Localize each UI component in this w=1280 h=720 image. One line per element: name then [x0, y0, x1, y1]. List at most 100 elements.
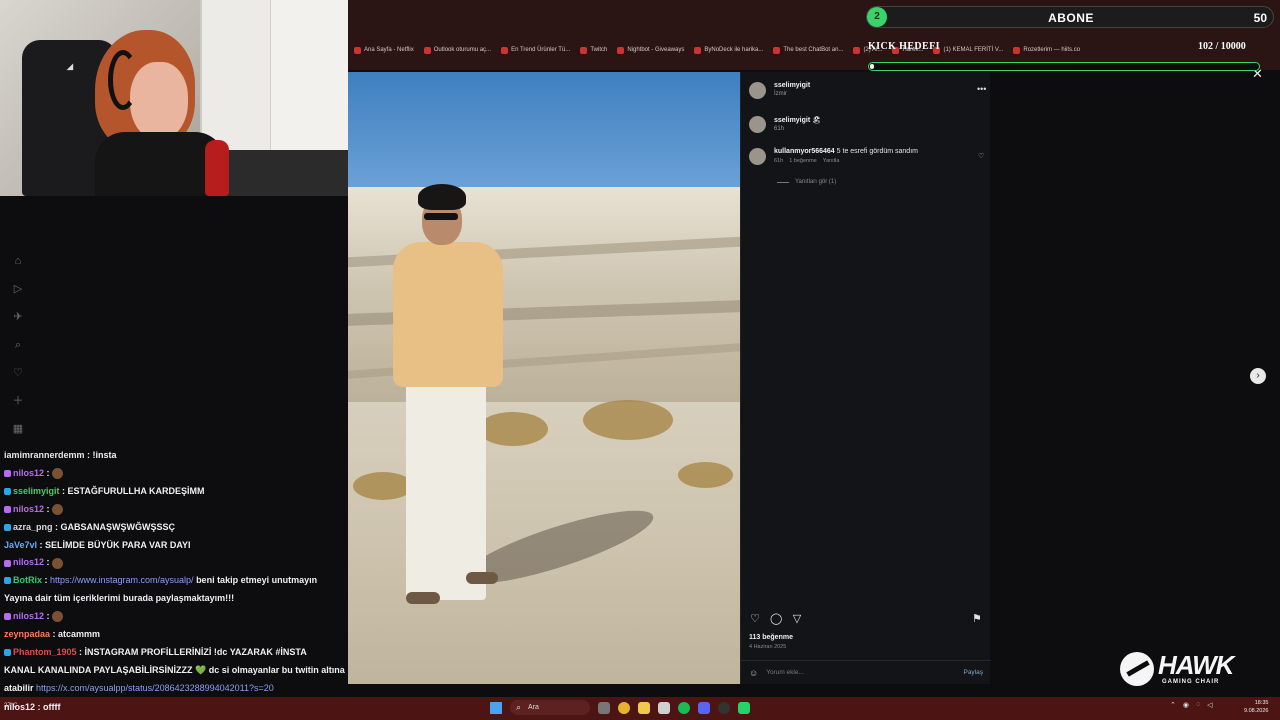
post-author[interactable]: sselimyigit	[774, 82, 810, 89]
post-comment-button[interactable]: Paylaş	[963, 669, 983, 676]
chat-last-message: nilos12 : offff	[4, 702, 61, 712]
bookmark-label: Nightbot - Giveaways	[627, 47, 685, 53]
avatar[interactable]	[749, 148, 766, 165]
file-explorer-icon[interactable]	[638, 701, 650, 714]
bookmark-item[interactable]: Twitch	[580, 46, 607, 54]
like-icon[interactable]: ♡	[749, 612, 761, 625]
chat-message: iamimrannerdemm : !insta	[0, 447, 350, 465]
share-icon[interactable]: ▽	[791, 612, 803, 625]
chat-badge-icon	[4, 505, 11, 513]
chat-username[interactable]: sselimyigit	[13, 486, 62, 496]
taskbar-clock[interactable]: 18:35 9.08.2026	[1244, 699, 1268, 715]
chat-username[interactable]: nilos12	[13, 611, 47, 621]
chat-username[interactable]: JaVe7vl	[4, 540, 40, 550]
bookmarks-bar: Ana Sayfa - Netflix Outlook oturumu aç...…	[348, 40, 1280, 60]
comment-input[interactable]: Yorum ekle...	[766, 669, 955, 676]
emoji-icon[interactable]: ☺	[749, 668, 758, 678]
avatar[interactable]	[749, 116, 766, 133]
instagram-nav-rail: ⌂ ▷ ✈ ⌕ ♡ ＋ ▦	[0, 250, 36, 450]
clock-date: 9.08.2026	[1244, 708, 1269, 714]
post-caption: sselimyigit 🏖 61h	[749, 116, 821, 133]
bookmark-favicon-icon	[853, 46, 861, 54]
chat-username[interactable]: nilos12	[13, 468, 47, 478]
notifications-icon[interactable]: ♡	[11, 366, 25, 380]
photo-person-shoe	[466, 572, 498, 584]
replies-divider	[777, 181, 789, 183]
windows-start-icon[interactable]	[490, 701, 502, 714]
comment-item: kullanmyor566464 5 te esrefi gördüm sand…	[749, 148, 918, 165]
comment-text: 5 te esrefi gördüm sandım	[836, 148, 918, 155]
messages-icon[interactable]: ✈	[11, 310, 25, 324]
obs-icon[interactable]	[718, 701, 730, 714]
discord-icon[interactable]	[698, 701, 710, 714]
more-options-icon[interactable]: •••	[977, 84, 986, 94]
chat-username[interactable]: iamimrannerdemm	[4, 450, 87, 460]
hawk-logo: HAWK GAMING CHAIR	[1120, 650, 1234, 688]
chat-username[interactable]: nilos12	[13, 504, 47, 514]
chat-text: atabilir	[4, 682, 34, 693]
search-icon[interactable]: ⌕	[11, 338, 25, 352]
chat-username[interactable]: zeynpadaa	[4, 629, 53, 639]
network-icon[interactable]: ◌	[1196, 701, 1200, 709]
bookmark-label: (1) KEMAL FERİTİ V...	[943, 47, 1004, 53]
chat-link[interactable]: https://www.instagram.com/aysualp/	[48, 575, 194, 585]
bookmark-favicon-icon	[423, 46, 431, 54]
bookmark-item[interactable]: Ana Sayfa - Netflix	[354, 46, 414, 54]
bookmark-item[interactable]: ByNoDeck ile harika...	[694, 46, 763, 54]
photo-sky	[348, 72, 740, 197]
chat-username[interactable]: BotRix	[13, 575, 45, 585]
volume-icon[interactable]: ◁	[1207, 701, 1212, 709]
taskbar-search[interactable]: Ara	[510, 700, 590, 715]
reply-button[interactable]: Yanıtla	[823, 158, 840, 164]
whatsapp-icon[interactable]	[738, 701, 750, 714]
bookmark-item[interactable]: (1) KEMAL FERİTİ V...	[933, 46, 1004, 54]
dashboard-icon[interactable]: ▦	[11, 422, 25, 436]
chat-message: nilos12 :	[0, 554, 350, 572]
bookmark-label: Outlook oturumu aç...	[433, 47, 492, 53]
tray-app-icon[interactable]: ◉	[1183, 701, 1189, 709]
post-location[interactable]: İzmir	[774, 91, 810, 97]
bookmark-item[interactable]: En Trend Ürünler Tü...	[501, 46, 570, 54]
bookmark-item[interactable]: Outlook oturumu aç...	[423, 46, 492, 54]
like-comment-icon[interactable]: ♡	[978, 152, 984, 160]
reels-icon[interactable]: ▷	[11, 282, 25, 296]
kick-goal-progress	[868, 62, 1260, 71]
comment-icon[interactable]: ◯	[770, 612, 782, 625]
create-icon[interactable]: ＋	[11, 394, 25, 408]
bookmark-favicon-icon	[501, 46, 509, 54]
save-icon[interactable]: ⚑	[972, 612, 982, 625]
view-replies-button[interactable]: Yanıtları gör (1)	[777, 179, 836, 185]
cam-chair-logo: ◢	[66, 62, 74, 71]
chat-username[interactable]: Phantom_1905	[13, 647, 79, 657]
photo-person-shoe	[406, 592, 440, 604]
chat-username[interactable]: nilos12	[13, 557, 47, 567]
chat-message: BotRix : https://www.instagram.com/aysua…	[0, 572, 350, 590]
chat-text: beni takip etmeyi unutmayın	[193, 575, 318, 586]
post-photo[interactable]	[348, 72, 740, 684]
avatar[interactable]	[749, 82, 766, 99]
next-post-icon[interactable]: ›	[1250, 368, 1266, 384]
bookmark-label: Ana Sayfa - Netflix	[364, 47, 414, 53]
store-icon[interactable]	[658, 701, 670, 714]
chat-message: nilos12 :	[0, 465, 350, 483]
chat-link[interactable]: https://x.com/aysualpp/status/2086423288…	[34, 683, 274, 693]
bookmark-favicon-icon	[1013, 46, 1021, 54]
caption-author[interactable]: sselimyigit	[774, 117, 810, 124]
bookmark-item[interactable]: Rozetlerim — hiits.co	[1013, 46, 1080, 54]
bookmark-favicon-icon	[580, 46, 588, 54]
chat-username[interactable]: azra_png	[13, 522, 55, 532]
tray-chevron-icon[interactable]: ⌃	[1170, 701, 1176, 709]
emote-icon	[51, 468, 63, 480]
chat-message: Yayına dair tüm içeriklerimi burada payl…	[0, 590, 350, 608]
spotify-icon[interactable]	[678, 701, 690, 714]
task-view-icon[interactable]	[598, 701, 610, 714]
chrome-icon[interactable]	[618, 701, 630, 714]
bookmark-item[interactable]: The best ChatBot an...	[773, 46, 843, 54]
comment-likes[interactable]: 1 beğenme	[789, 158, 817, 164]
like-count[interactable]: 113 beğenme	[749, 634, 793, 641]
sub-goal-label: ABONE	[1048, 11, 1094, 25]
bookmark-item[interactable]: Nightbot - Giveaways	[617, 46, 685, 54]
comment-user[interactable]: kullanmyor566464	[774, 148, 835, 155]
home-icon[interactable]: ⌂	[11, 254, 25, 268]
post-side-panel: sselimyigit İzmir ••• sselimyigit 🏖 61h …	[740, 72, 991, 684]
